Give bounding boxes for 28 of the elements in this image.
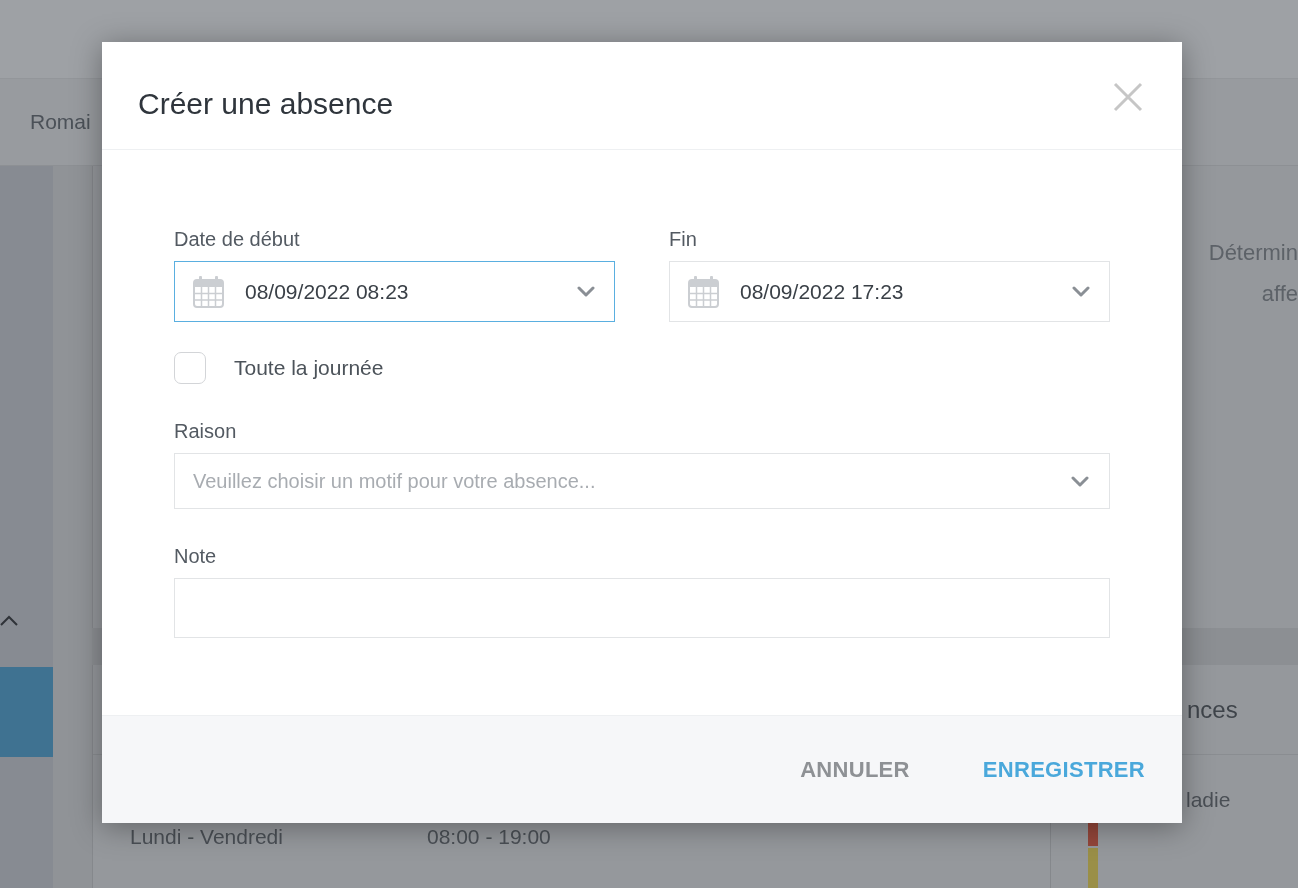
sidebar-selected-item[interactable] xyxy=(0,667,53,757)
field-label: Raison xyxy=(174,419,237,444)
field-label: Fin xyxy=(669,227,697,252)
field-label: Note xyxy=(174,544,217,569)
table-cell-text: Lundi - Vendredi xyxy=(130,825,284,849)
cancel-button[interactable]: ANNULER xyxy=(800,756,910,783)
calendar-icon xyxy=(193,275,224,308)
checkbox[interactable] xyxy=(174,352,206,384)
table-cell: 08:00 - 19:00 xyxy=(427,825,551,849)
field-label: Date de début xyxy=(174,227,300,252)
chevron-down-icon xyxy=(577,286,595,297)
dialog-title: Créer une absence xyxy=(138,86,394,122)
breadcrumb-link[interactable]: Romai xyxy=(30,110,91,134)
checkbox-label: Toute la journée xyxy=(234,356,384,380)
chevron-up-icon[interactable] xyxy=(0,615,18,626)
chevron-down-icon xyxy=(1072,286,1090,297)
date-picker-field[interactable]: 08/09/2022 08:23 xyxy=(174,261,615,322)
close-icon xyxy=(1113,82,1143,112)
note-field[interactable] xyxy=(174,578,1110,638)
list-item[interactable]: ladie xyxy=(1186,788,1231,812)
date-picker-field[interactable]: 08/09/2022 17:23 xyxy=(669,261,1110,322)
reason-dropdown[interactable]: Veuillez choisir un motif pour votre absence... xyxy=(174,453,1110,509)
calendar-icon xyxy=(688,275,719,308)
description-text: Détermin affe xyxy=(1208,239,1298,308)
chevron-down-icon xyxy=(1071,476,1089,487)
close-button[interactable] xyxy=(1113,82,1143,112)
panel-title: nces xyxy=(1187,695,1238,724)
save-button[interactable]: ENREGISTRER xyxy=(982,756,1145,783)
